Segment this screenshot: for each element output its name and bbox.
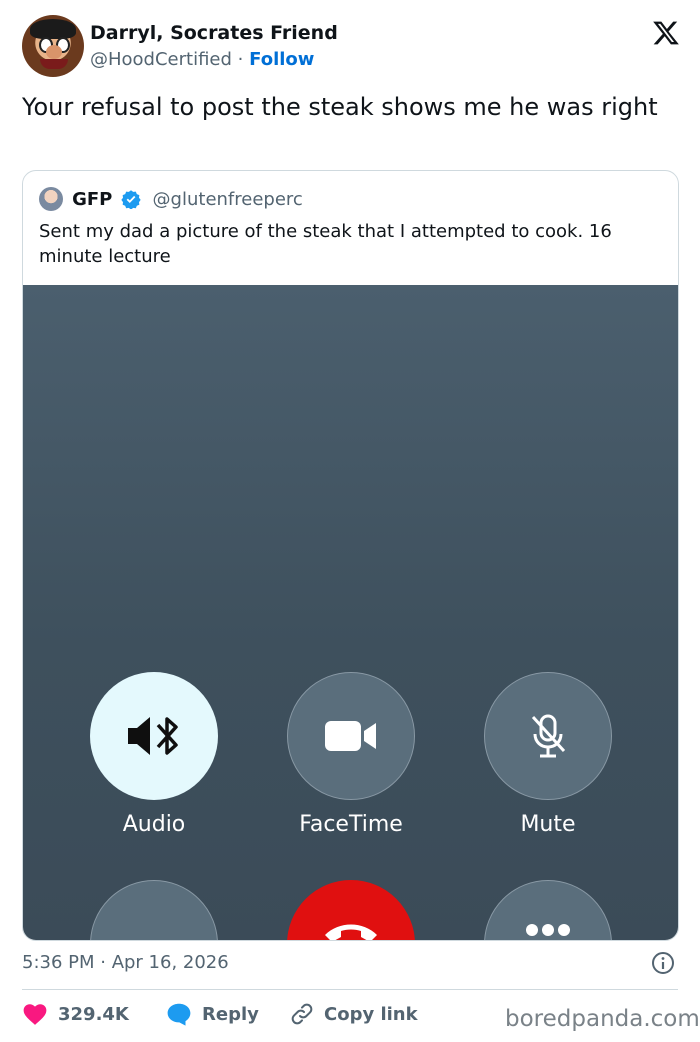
reply-bubble-icon [167, 1003, 191, 1026]
quoted-tweet[interactable]: GFP @glutenfreeperc Sent my dad a pictur… [22, 170, 679, 941]
mute-label: Mute [520, 812, 576, 837]
watermark: boredpanda.com [505, 1006, 700, 1032]
video-camera-icon [325, 721, 376, 751]
like-count: 329.4K [58, 1003, 129, 1025]
audio-button [90, 672, 218, 800]
heart-icon [23, 1004, 47, 1025]
quoted-header: GFP @glutenfreeperc [39, 187, 303, 213]
facetime-button [287, 672, 415, 800]
reply-label: Reply [202, 1003, 259, 1025]
reply-button[interactable]: Reply [166, 1002, 259, 1026]
end-call-button [287, 880, 415, 940]
call-button-hidden [90, 880, 218, 940]
separator: · [237, 49, 244, 70]
follow-button[interactable]: Follow [249, 49, 314, 70]
link-icon [291, 1003, 313, 1025]
author-handle-row: @HoodCertified · Follow [90, 49, 314, 70]
author-name[interactable]: Darryl, Socrates Friend [90, 22, 338, 44]
more-dots-icon [526, 924, 570, 936]
quoted-handle: @glutenfreeperc [152, 188, 303, 210]
mic-off-icon [531, 714, 566, 758]
phone-hangup-icon [325, 924, 377, 940]
audio-label: Audio [122, 812, 186, 837]
quoted-avatar [39, 187, 63, 211]
copy-link-label: Copy link [324, 1003, 418, 1025]
facetime-label: FaceTime [299, 812, 403, 837]
divider [22, 989, 678, 990]
info-icon[interactable] [651, 951, 675, 975]
x-logo-icon[interactable] [652, 19, 680, 47]
more-button [484, 880, 612, 940]
verified-badge-icon [121, 190, 142, 209]
copy-link-button[interactable]: Copy link [290, 1002, 418, 1026]
author-avatar[interactable] [22, 15, 84, 77]
tweet-text: Your refusal to post the steak shows me … [22, 93, 658, 121]
quoted-name: GFP [72, 188, 113, 210]
speaker-bluetooth-icon [128, 717, 178, 755]
tweet-timestamp[interactable]: 5:36 PM · Apr 16, 2026 [22, 952, 229, 973]
quoted-text: Sent my dad a picture of the steak that … [39, 221, 612, 267]
tweet-header: Darryl, Socrates Friend @HoodCertified ·… [22, 15, 682, 79]
mute-button [484, 672, 612, 800]
author-handle[interactable]: @HoodCertified [90, 49, 232, 70]
like-button[interactable]: 329.4K [22, 1002, 129, 1026]
call-screen-image[interactable]: Audio FaceTime Mute [23, 285, 678, 940]
